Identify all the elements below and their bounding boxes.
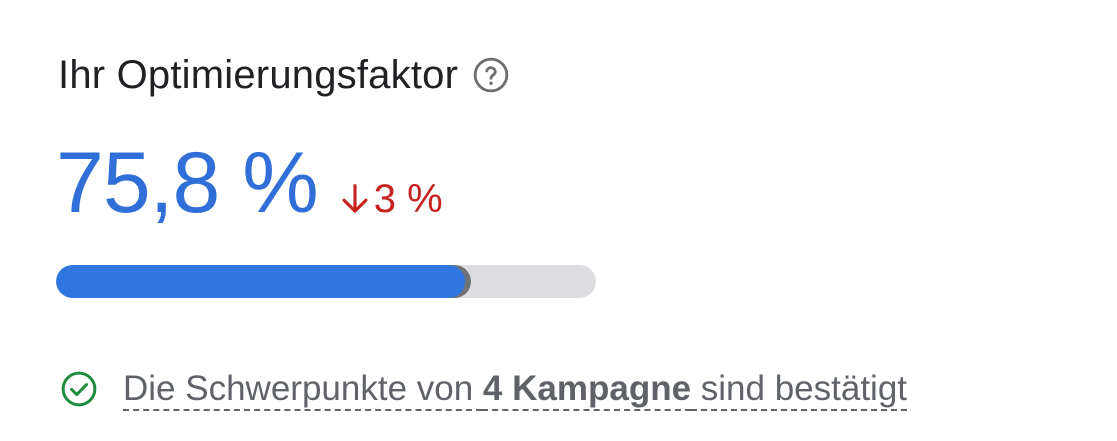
score-row: 75,8 % 3 % bbox=[56, 140, 443, 240]
status-text-before: Die Schwerpunkte von bbox=[123, 369, 483, 408]
score-progress-bar bbox=[56, 265, 596, 298]
arrow-down-icon bbox=[340, 182, 370, 216]
score-progress-fill bbox=[56, 265, 466, 298]
optimization-score-value: 75,8 % bbox=[56, 135, 319, 231]
status-text-after: sind bestätigt bbox=[691, 369, 908, 408]
status-row: Die Schwerpunkte von 4 Kampagne sind bes… bbox=[60, 366, 907, 412]
score-change-value: 3 % bbox=[373, 177, 443, 221]
help-circle-icon[interactable] bbox=[472, 56, 510, 94]
score-change: 3 % bbox=[340, 178, 443, 219]
optimization-score-card: Ihr Optimierungsfaktor 75,8 % 3 % Die Sc… bbox=[0, 0, 1117, 441]
card-title: Ihr Optimierungsfaktor bbox=[58, 52, 459, 97]
check-circle-icon bbox=[60, 370, 98, 408]
campaign-priorities-link[interactable]: Die Schwerpunkte von 4 Kampagne sind bes… bbox=[123, 369, 907, 409]
campaign-count: 4 Kampagne bbox=[482, 369, 692, 408]
title-row: Ihr Optimierungsfaktor bbox=[58, 50, 510, 100]
